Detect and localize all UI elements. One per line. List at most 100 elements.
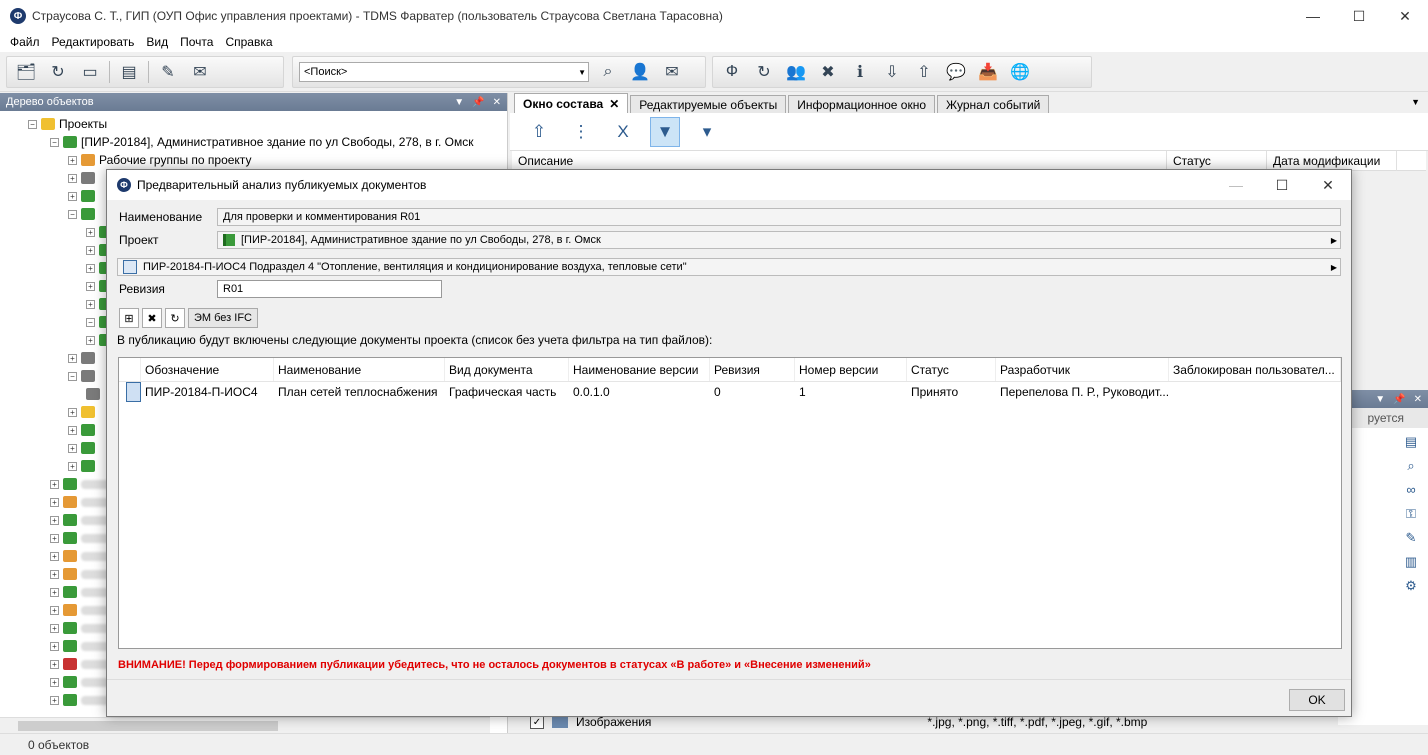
image-icon <box>552 716 568 728</box>
column-description[interactable]: Описание <box>512 150 1167 171</box>
revision-field[interactable]: R01 <box>217 280 442 298</box>
revision-field-row: Ревизия R01 <box>119 280 442 298</box>
main-toolbar: 🗂 ↻ ▭ ▤ ✎ ✉ <Поиск> ▼ ⌕ 👤 ✉ Ф ↻ 👥 ✖ ℹ ⇩ … <box>0 52 1428 92</box>
tabs-dropdown-icon[interactable]: ▼ <box>1411 97 1420 107</box>
tab-edited-objects[interactable]: Редактируемые объекты <box>630 95 787 113</box>
key-icon[interactable]: ⚿ <box>1402 506 1420 522</box>
window-icon[interactable]: ▭ <box>77 60 103 84</box>
add-document-icon[interactable]: ⊞ <box>119 308 139 328</box>
user-search-icon[interactable]: 👤 <box>627 60 653 84</box>
workgroup-icon <box>81 154 95 166</box>
pin-icon[interactable]: 📌 <box>472 97 484 108</box>
maximize-icon[interactable]: ☐ <box>1259 170 1305 200</box>
panel-menu-icon[interactable]: ▼ <box>1375 394 1385 405</box>
up-icon[interactable]: ⇧ <box>524 117 554 147</box>
ok-button[interactable]: OK <box>1289 689 1345 711</box>
remove-document-icon[interactable]: ✖ <box>142 308 162 328</box>
tab-info-window[interactable]: Информационное окно <box>788 95 936 113</box>
compose-mail-icon[interactable]: ✎ <box>155 60 181 84</box>
filter-icon[interactable]: ▼ <box>650 116 680 147</box>
chevron-down-icon[interactable]: ▼ <box>578 68 586 77</box>
panel-menu-icon[interactable]: ▼ <box>454 97 464 108</box>
new-object-icon[interactable]: 🗂 <box>13 60 39 84</box>
globe-icon[interactable]: 🌐 <box>1007 60 1033 84</box>
filter-settings-icon[interactable]: ▾ <box>692 117 722 147</box>
panel-close-icon[interactable]: ✕ <box>1414 394 1422 405</box>
name-field[interactable]: Для проверки и комментирования R01 <box>217 208 1341 226</box>
link-icon[interactable]: ∞ <box>1402 482 1420 498</box>
column-locked-by[interactable]: Заблокирован пользовател... <box>1169 358 1341 381</box>
menu-file[interactable]: Файл <box>4 35 46 49</box>
column-version-number[interactable]: Номер версии <box>795 358 907 381</box>
chevron-right-icon[interactable]: ▶ <box>1331 263 1337 272</box>
properties-icon[interactable]: ▤ <box>1402 434 1420 450</box>
app-logo-icon: Ф <box>117 178 131 192</box>
column-revision[interactable]: Ревизия <box>710 358 795 381</box>
documents-grid: Обозначение Наименование Вид документа Н… <box>118 357 1342 649</box>
checkin-icon[interactable]: ⇩ <box>879 60 905 84</box>
search-placeholder: <Поиск> <box>304 66 348 78</box>
em-without-ifc-button[interactable]: ЭМ без IFC <box>188 308 258 328</box>
menu-view[interactable]: Вид <box>140 35 174 49</box>
table-row[interactable]: ПИР-20184-П-ИОС4 План сетей теплоснабжен… <box>119 382 1341 402</box>
column-status[interactable]: Статус <box>907 358 996 381</box>
tree-item-project[interactable]: − [ПИР-20184], Административное здание п… <box>0 133 507 151</box>
edit-icon[interactable]: ✎ <box>1402 530 1420 546</box>
refresh-icon[interactable]: ↻ <box>165 308 185 328</box>
window-title: Страусова С. Т., ГИП (ОУП Офис управлени… <box>32 9 723 23</box>
app-logo-icon: Ф <box>10 8 26 24</box>
column-version-name[interactable]: Наименование версии <box>569 358 710 381</box>
info-icon[interactable]: ℹ <box>847 60 873 84</box>
dialog-title: Предварительный анализ публикуемых докум… <box>137 178 427 192</box>
pin-icon[interactable]: 📌 <box>1393 394 1405 405</box>
column-doc-type[interactable]: Вид документа <box>445 358 569 381</box>
panel-close-icon[interactable]: ✕ <box>493 97 501 108</box>
file-type-extensions: *.jpg, *.png, *.tiff, *.pdf, *.jpeg, *.g… <box>927 715 1148 729</box>
minimize-icon[interactable]: — <box>1213 170 1259 200</box>
farvater-icon[interactable]: Ф <box>719 60 745 84</box>
send-mail-icon[interactable]: ✉ <box>187 60 213 84</box>
revision-label: Ревизия <box>119 282 165 296</box>
book-icon[interactable]: ▥ <box>1402 554 1420 570</box>
close-icon[interactable]: ✕ <box>1382 0 1428 32</box>
inbox-icon[interactable]: 📥 <box>975 60 1001 84</box>
tree-item-workgroups[interactable]: + Рабочие группы по проекту <box>0 151 507 169</box>
section-field[interactable]: ПИР-20184-П-ИОС4 Подраздел 4 "Отопление,… <box>117 258 1341 276</box>
refresh-icon[interactable]: ↻ <box>45 60 71 84</box>
maximize-icon[interactable]: ☐ <box>1336 0 1382 32</box>
settings-icon[interactable]: ⚙ <box>1402 578 1420 594</box>
properties-icon[interactable]: ▤ <box>116 60 142 84</box>
tab-event-log[interactable]: Журнал событий <box>937 95 1050 113</box>
tree-horizontal-scrollbar[interactable] <box>0 717 490 733</box>
tree-view-icon[interactable]: ⋮ <box>566 117 596 147</box>
reload-icon[interactable]: ↻ <box>751 60 777 84</box>
search-icon[interactable]: ⌕ <box>1402 458 1420 474</box>
column-developer[interactable]: Разработчик <box>996 358 1169 381</box>
search-input[interactable]: <Поиск> ▼ <box>299 62 589 82</box>
users-sync-icon[interactable]: 👥 <box>783 60 809 84</box>
drawing-document-icon <box>126 382 141 402</box>
chevron-right-icon[interactable]: ▶ <box>1331 236 1337 245</box>
tab-close-icon[interactable]: ✕ <box>609 97 619 111</box>
name-field-row: Наименование Для проверки и комментирова… <box>119 208 1341 226</box>
panel-header: Дерево объектов ▼ 📌 ✕ <box>0 93 507 111</box>
checkout-icon[interactable]: ⇧ <box>911 60 937 84</box>
excel-export-icon[interactable]: X <box>608 117 638 147</box>
column-name[interactable]: Наименование <box>274 358 445 381</box>
close-icon[interactable]: ✕ <box>1305 170 1351 200</box>
menu-edit[interactable]: Редактировать <box>46 35 141 49</box>
column-status[interactable]: Статус <box>1167 150 1267 171</box>
messages-icon[interactable]: 💬 <box>943 60 969 84</box>
checkbox[interactable]: ✓ <box>530 715 544 729</box>
menu-help[interactable]: Справка <box>219 35 278 49</box>
cancel-icon[interactable]: ✖ <box>815 60 841 84</box>
column-modified[interactable]: Дата модификации <box>1267 150 1397 171</box>
project-field[interactable]: [ПИР-20184], Административное здание по … <box>217 231 1341 249</box>
menu-mail[interactable]: Почта <box>174 35 219 49</box>
minimize-icon[interactable]: — <box>1290 0 1336 32</box>
tab-composition[interactable]: Окно состава ✕ <box>514 93 629 113</box>
search-icon[interactable]: ⌕ <box>595 60 621 84</box>
mail-icon[interactable]: ✉ <box>659 60 685 84</box>
column-designation[interactable]: Обозначение <box>141 358 274 381</box>
tree-item-projects[interactable]: − Проекты <box>0 115 507 133</box>
